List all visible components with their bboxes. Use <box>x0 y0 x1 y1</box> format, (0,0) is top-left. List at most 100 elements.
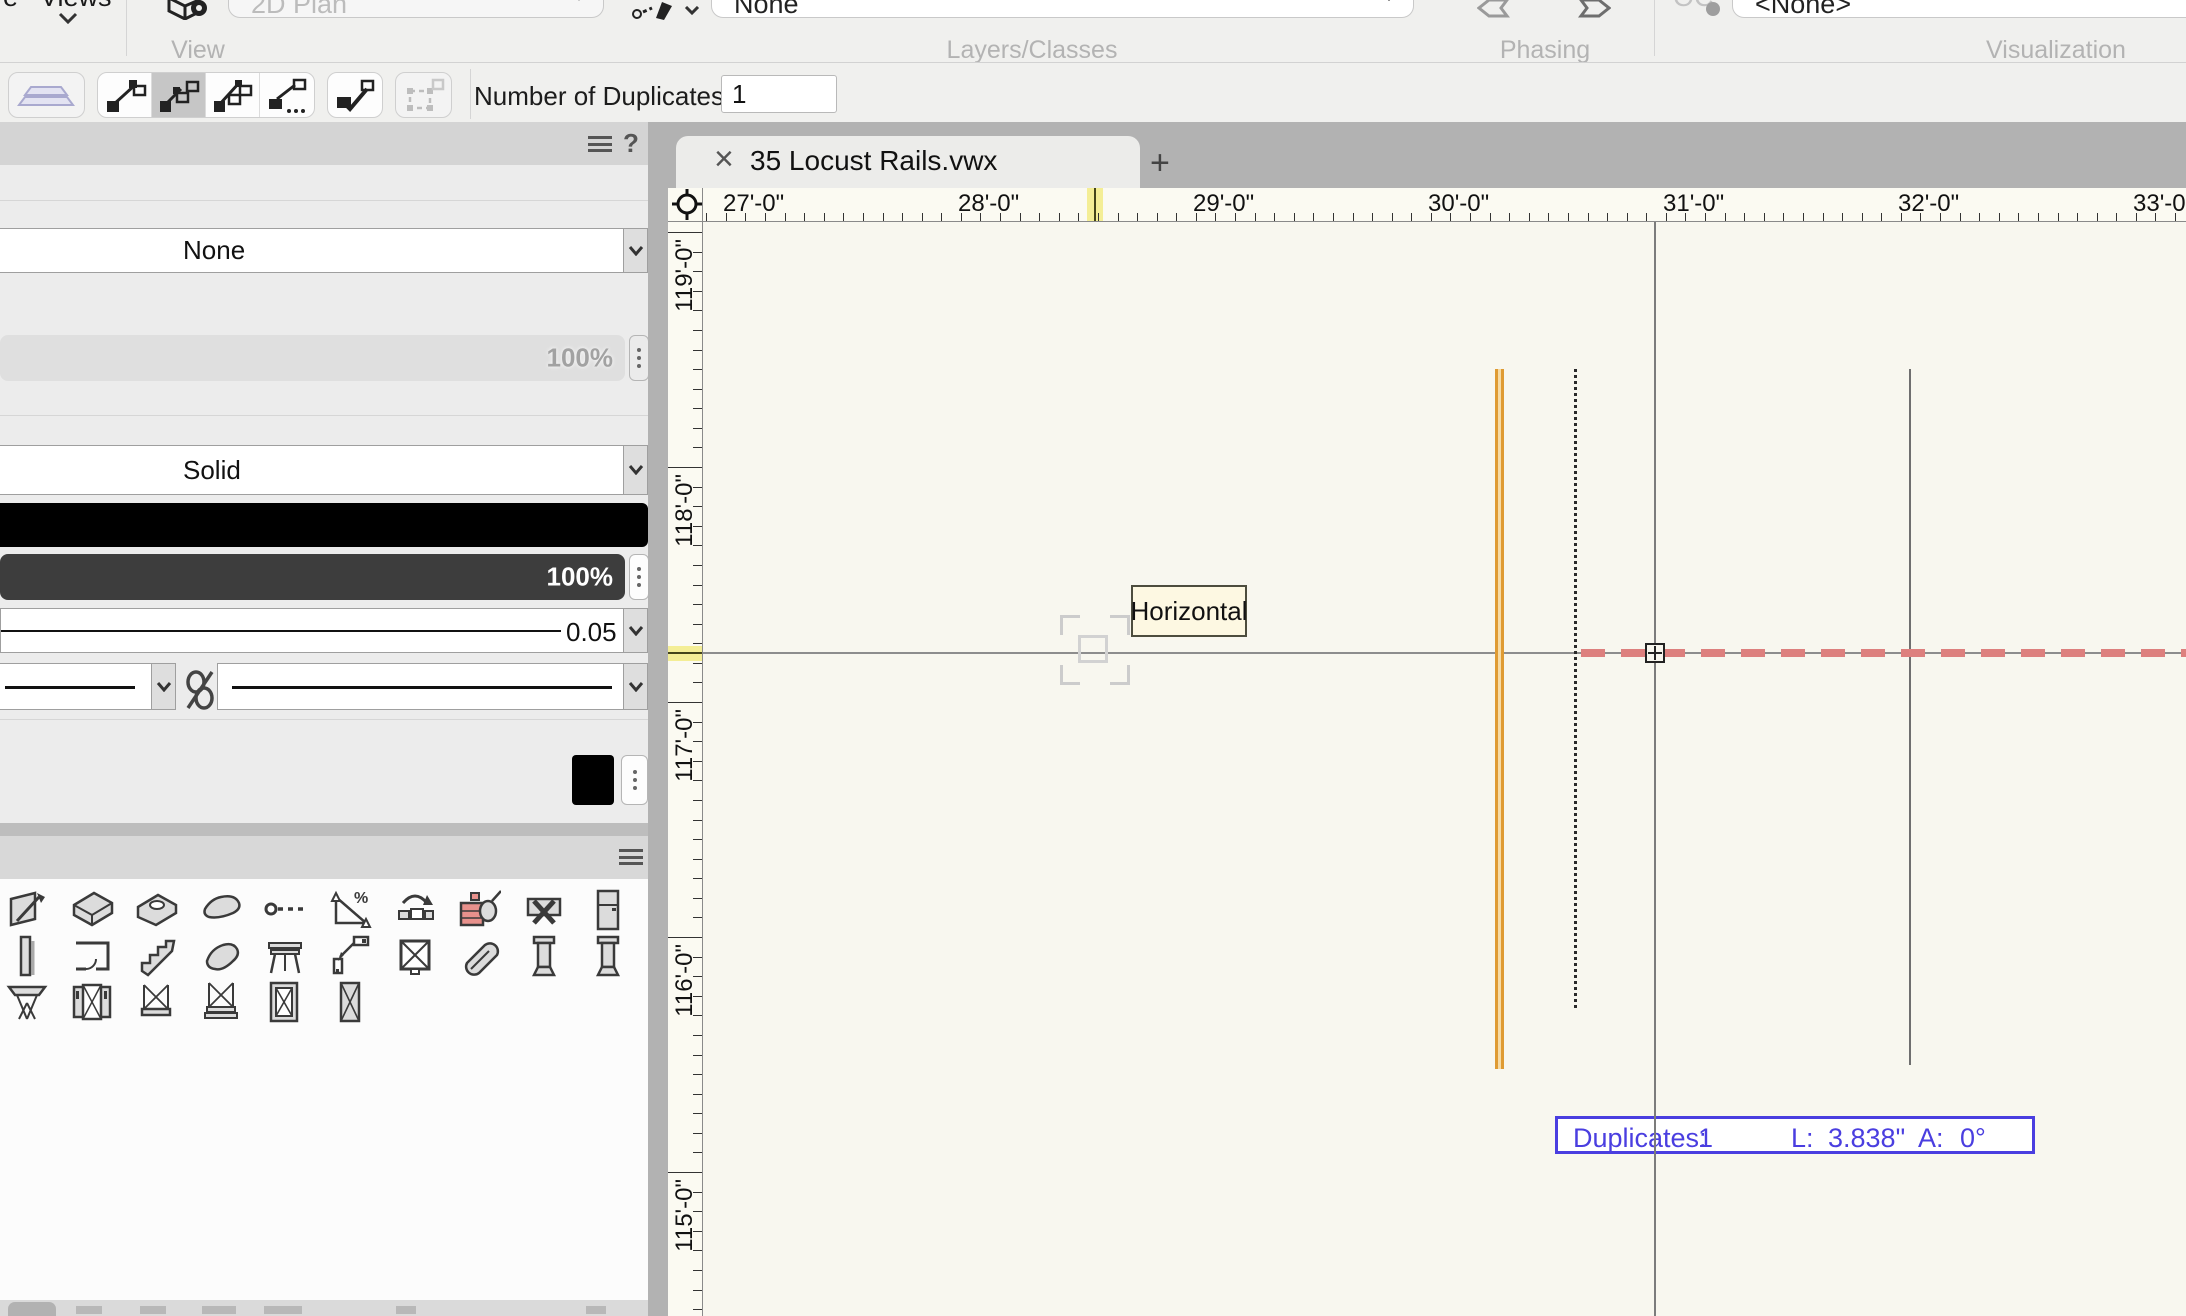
class-pen-icon[interactable] <box>632 0 678 20</box>
column-tool-icon[interactable] <box>520 933 568 979</box>
slab-hole-tool-icon[interactable] <box>132 887 180 933</box>
tool-palette-header[interactable] <box>0 836 648 879</box>
rotate-object-tool-icon[interactable] <box>391 887 439 933</box>
databar-angle-value[interactable]: 0° <box>1960 1123 1986 1154</box>
ruler-minor-tick <box>693 1152 702 1153</box>
marker-style-select[interactable] <box>0 663 176 710</box>
toolbar-divider <box>1654 0 1655 56</box>
vertical-ruler[interactable]: 119'-0"118'-0"117'-0"116'-0"115'-0" <box>668 222 703 1316</box>
pen-style-select[interactable]: Solid <box>0 445 648 495</box>
pen-opacity-slider[interactable]: 100% <box>0 554 625 600</box>
floating-data-bar[interactable]: Duplicates: 1 L: 3.838" A: 0° <box>1555 1116 2035 1154</box>
room-plan-tool-icon[interactable] <box>68 933 116 979</box>
fill-opacity-slider[interactable]: 100% <box>0 335 625 381</box>
duplicate-chain-mode-button[interactable] <box>152 73 206 117</box>
help-icon[interactable]: ? <box>623 128 639 159</box>
marquee-mode-button[interactable] <box>395 72 452 118</box>
palette-tab-selected[interactable] <box>8 1302 56 1316</box>
close-icon[interactable]: × <box>714 140 734 179</box>
palette-tab[interactable] <box>396 1306 416 1314</box>
cube-settings-icon[interactable] <box>163 0 209 20</box>
duplicates-count-input[interactable] <box>721 75 837 113</box>
document-tab[interactable]: × 35 Locust Rails.vwx <box>676 136 1140 188</box>
color-swatch[interactable] <box>572 755 614 805</box>
unlink-icon[interactable] <box>184 670 216 710</box>
elevation-marker-tool-icon[interactable] <box>326 933 374 979</box>
phase-forward-icon[interactable] <box>1577 0 1611 20</box>
window-stool-tool-icon[interactable] <box>197 979 245 1025</box>
palette-tab[interactable] <box>264 1306 302 1314</box>
pilaster-tool-icon[interactable] <box>584 933 632 979</box>
chevron-down-icon[interactable] <box>58 12 78 24</box>
double-door-tool-icon[interactable] <box>68 979 116 1025</box>
ruler-minor-tick <box>693 663 702 664</box>
window-sill-tool-icon[interactable] <box>132 979 180 1025</box>
view-mode-select[interactable]: 2D Plan <box>228 0 604 18</box>
databar-length-value[interactable]: 3.838" <box>1828 1123 1905 1154</box>
ramp-tool-icon[interactable] <box>455 933 503 979</box>
dashed-rail-line[interactable] <box>1574 369 1577 1008</box>
views-menu[interactable]: Views <box>40 0 130 12</box>
palette-tab[interactable] <box>76 1306 102 1314</box>
drawing-canvas[interactable]: Horizontal Duplicates: 1 L: 3.838" A: 0° <box>703 222 2186 1316</box>
svg-text:%: % <box>354 890 368 907</box>
table-tool-icon[interactable] <box>3 979 51 1025</box>
new-tab-icon[interactable]: + <box>1150 144 1170 183</box>
control-point-tool-icon[interactable] <box>261 887 309 933</box>
pen-color-bar[interactable] <box>0 503 648 547</box>
ruler-minor-tick <box>1098 213 1099 221</box>
ruler-origin-box[interactable] <box>668 188 703 222</box>
slope-percent-tool-icon[interactable]: % <box>326 887 374 933</box>
palette-menu-icon[interactable] <box>588 136 612 152</box>
curved-slab-tool-icon[interactable] <box>197 933 245 979</box>
palette-tab[interactable] <box>140 1306 166 1314</box>
phase-back-icon[interactable] <box>1477 0 1511 20</box>
highlighted-rail-line[interactable] <box>1495 369 1504 1069</box>
ruler-minor-tick <box>863 213 864 221</box>
ruler-minor-tick <box>1118 213 1119 221</box>
panel-divider <box>0 719 648 720</box>
ruler-minor-tick <box>693 878 702 879</box>
chevron-down-icon[interactable] <box>684 6 700 16</box>
ruler-minor-tick <box>2116 213 2117 221</box>
distribute-mode-button[interactable] <box>206 73 260 117</box>
palette-tab[interactable] <box>202 1306 236 1314</box>
layers-select[interactable]: None <box>711 0 1414 18</box>
horizontal-ruler[interactable]: 27'-0"28'-0"29'-0"30'-0"31'-0"32'-0"33'-… <box>703 188 2186 222</box>
move-by-points-mode-button[interactable] <box>260 73 314 117</box>
panel-tool-icon[interactable] <box>3 933 51 979</box>
window-plan-tool-icon[interactable] <box>391 933 439 979</box>
line-type-select[interactable] <box>217 663 648 710</box>
molding-tool-icon[interactable] <box>197 887 245 933</box>
rail-line-right[interactable] <box>1909 369 1911 1065</box>
confirm-mode-button[interactable] <box>327 72 383 118</box>
door-tool-icon[interactable] <box>584 887 632 933</box>
tool-palette-menu-icon[interactable] <box>619 849 643 865</box>
roof-face-tool-icon[interactable] <box>68 887 116 933</box>
swatch-menu-icon[interactable] <box>621 755 648 805</box>
ruler-minor-tick <box>1059 213 1060 221</box>
chevron-down-icon <box>623 664 647 709</box>
wall-pencil-tool-icon[interactable] <box>3 887 51 933</box>
bench-tool-icon[interactable] <box>261 933 309 979</box>
palette-tab[interactable] <box>586 1306 606 1314</box>
framed-window-tool-icon[interactable] <box>261 979 309 1025</box>
palette-separator <box>0 823 648 836</box>
ruler-minor-tick <box>2018 213 2019 221</box>
stair-tool-icon[interactable] <box>132 933 180 979</box>
fill-opacity-menu-icon[interactable] <box>629 335 649 381</box>
ruler-minor-tick <box>693 1309 702 1310</box>
pen-opacity-menu-icon[interactable] <box>629 554 649 600</box>
move-mode-button[interactable] <box>98 73 152 117</box>
tall-window-tool-icon[interactable] <box>326 979 374 1025</box>
databar-duplicates-value[interactable]: 1 <box>1698 1123 1713 1154</box>
brick-render-tool-icon[interactable] <box>455 887 503 933</box>
attributes-palette-header[interactable]: ? <box>0 122 648 165</box>
interactive-scale-mode-button[interactable] <box>8 72 85 118</box>
ruler-minor-tick <box>693 1290 702 1291</box>
patch-tool-icon[interactable] <box>520 887 568 933</box>
visualization-select[interactable]: <None> <box>1732 0 2186 18</box>
fill-style-select[interactable]: None <box>0 228 648 273</box>
chevron-down-icon <box>1381 0 1397 1</box>
line-weight-select[interactable]: 0.05 <box>0 608 648 653</box>
